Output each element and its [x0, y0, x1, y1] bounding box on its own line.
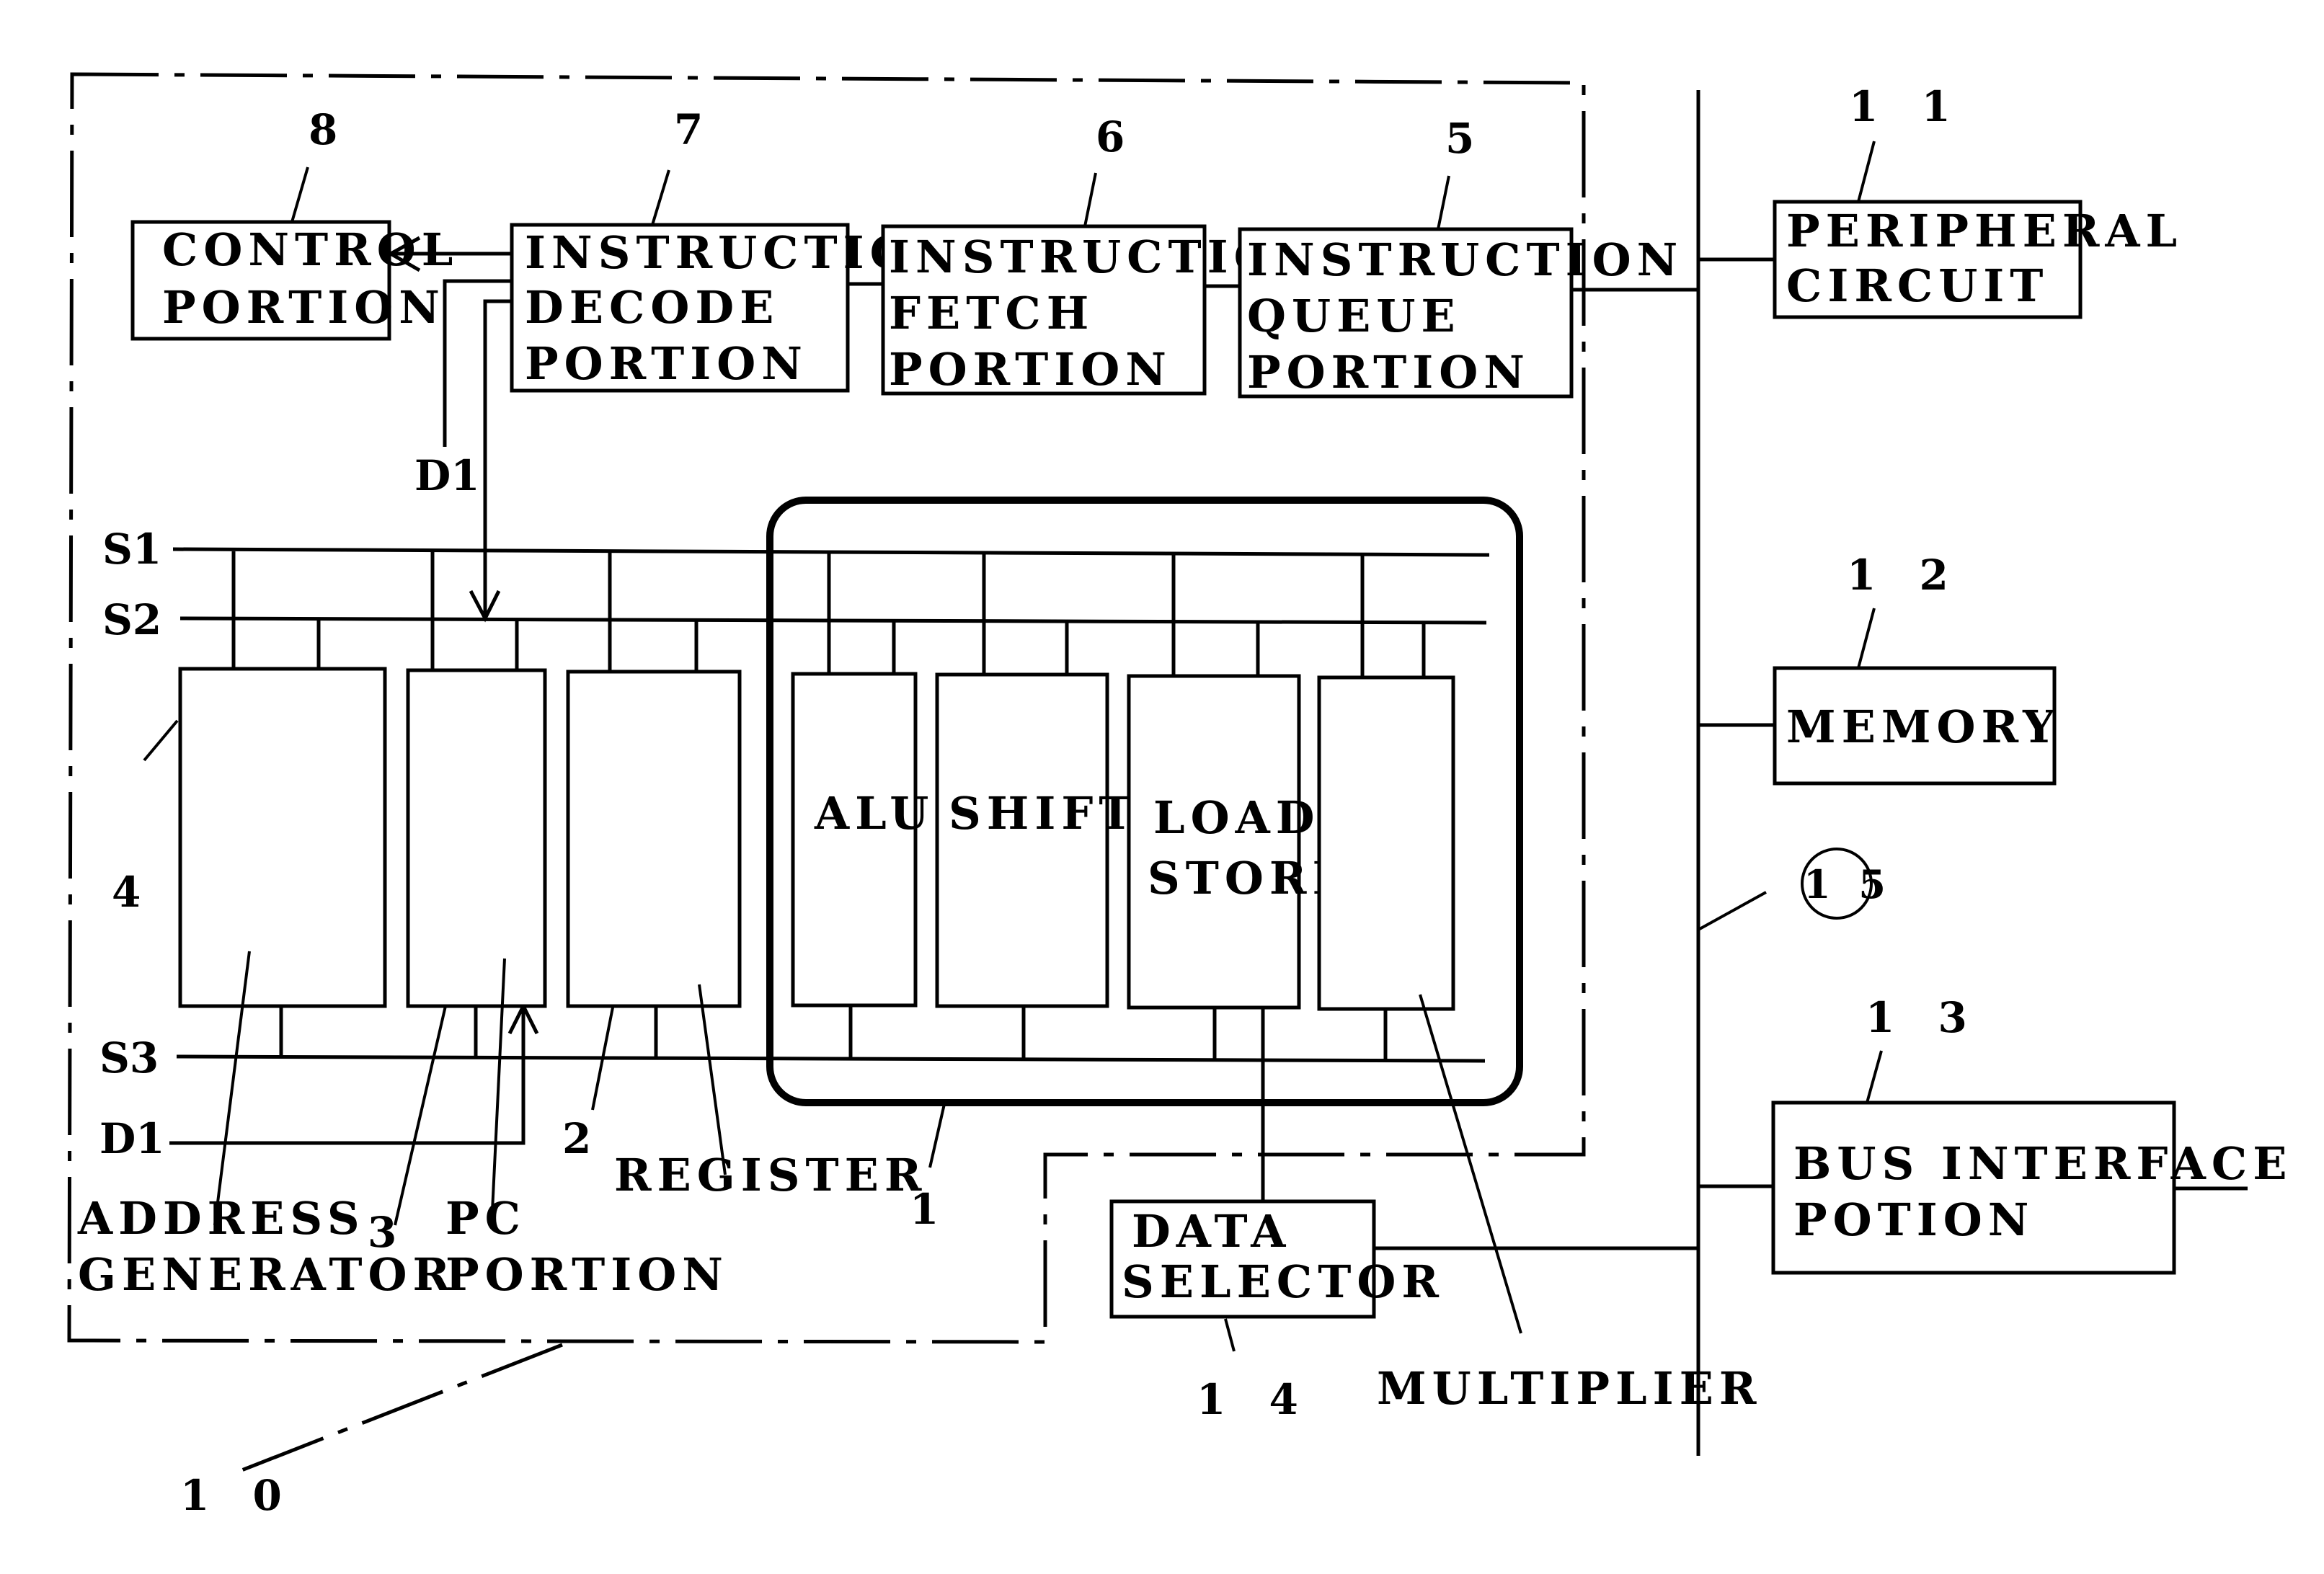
- d1-top-label: D1: [414, 451, 480, 500]
- s3-bus: [176, 1054, 1486, 1063]
- address-generator-block: [178, 667, 387, 1008]
- address-generator-ref-label: 4: [112, 868, 155, 917]
- execution-unit-ref-leader: [928, 1103, 946, 1168]
- queue-ref-label: 5: [1445, 114, 1489, 163]
- data-selector-ref-label: 1 4: [1197, 1375, 1313, 1424]
- register-ref-label: 2: [562, 1114, 606, 1163]
- pc-ref-label: 3: [368, 1208, 411, 1257]
- shift-label: SHIFT: [949, 787, 1138, 840]
- peripheral-line2: CIRCUIT: [1786, 259, 2049, 312]
- memory-label: MEMORY: [1786, 701, 2060, 753]
- decode-line3: PORTION: [525, 337, 808, 390]
- fetch-ref-label: 6: [1096, 112, 1139, 161]
- s2-label: S2: [102, 595, 161, 644]
- address-generator-line1: ADDRESS: [77, 1192, 365, 1245]
- alu-label: ALU: [814, 787, 934, 840]
- bus-interface-ref-leader: [1866, 1050, 1883, 1103]
- bus-ref-label: 1 5: [1804, 861, 1893, 907]
- queue-line3: PORTION: [1247, 346, 1530, 399]
- control-ref-label: 8: [309, 105, 352, 154]
- control-portion-line2: PORTION: [162, 281, 445, 334]
- container-ref-label: 1 0: [180, 1471, 296, 1520]
- s1-label: S1: [102, 525, 161, 574]
- data-selector-line2: SELECTOR: [1122, 1255, 1445, 1308]
- data-selector-ref-leader: [1224, 1318, 1236, 1352]
- pc-portion-block: [406, 668, 547, 1008]
- pc-ref-leader: [394, 1005, 447, 1226]
- peripheral-ref-leader: [1857, 141, 1876, 203]
- container-ref-leader: [230, 1343, 563, 1477]
- fetch-line2: FETCH: [889, 287, 1094, 339]
- memory-ref-label: 1 2: [1847, 551, 1963, 600]
- shift-block: [935, 672, 1109, 1008]
- d1-line-left: [443, 279, 512, 447]
- decode-ref-label: 7: [674, 105, 717, 154]
- bus-interface-line2: POTION: [1793, 1193, 2034, 1246]
- queue-line2: QUEUE: [1247, 290, 1461, 342]
- s1-bus: [172, 547, 1490, 557]
- d1-bottom-label: D1: [99, 1114, 165, 1163]
- execution-unit-ref-label: 1: [910, 1185, 953, 1234]
- data-selector-line1: DATA: [1132, 1205, 1291, 1258]
- decode-ref-leader: [651, 169, 670, 226]
- bus-ref-leader: [1698, 891, 1767, 931]
- d1-line-to-pc: [483, 299, 512, 618]
- register-block: [566, 670, 742, 1008]
- decode-line2: DECODE: [525, 281, 779, 334]
- block-diagram: 1 0 CONTROL PORTION 8 INSTRUCTION DECODE…: [67, 72, 2293, 1520]
- fetch-line3: PORTION: [889, 343, 1172, 396]
- memory-ref-leader: [1857, 608, 1876, 669]
- s3-label: S3: [99, 1033, 159, 1082]
- register-leader: [698, 984, 727, 1175]
- queue-ref-leader: [1437, 175, 1450, 230]
- d1-bottom-line: [169, 1006, 525, 1145]
- alu-block: [791, 672, 918, 1008]
- pc-line1: PC: [445, 1192, 526, 1245]
- fetch-ref-leader: [1083, 172, 1097, 227]
- peripheral-line1: PERIPHERAL: [1786, 205, 2183, 257]
- peripheral-ref-label: 1 1: [1849, 82, 1965, 131]
- pc-line2: PORTION: [445, 1248, 729, 1301]
- control-ref-leader: [290, 166, 309, 223]
- address-generator-ref-leader: [143, 719, 179, 762]
- register-label: REGISTER: [614, 1149, 927, 1201]
- load-store-line1: LOAD: [1153, 791, 1320, 844]
- bus-interface-ref-label: 1 3: [1866, 993, 1982, 1042]
- queue-line1: INSTRUCTION: [1247, 234, 1683, 286]
- multiplier-label: MULTIPLIER: [1377, 1362, 1762, 1415]
- bus-interface-line1: BUS INTERFACE: [1793, 1137, 2293, 1190]
- s2-bus: [179, 616, 1487, 625]
- multiplier-block: [1317, 675, 1455, 1011]
